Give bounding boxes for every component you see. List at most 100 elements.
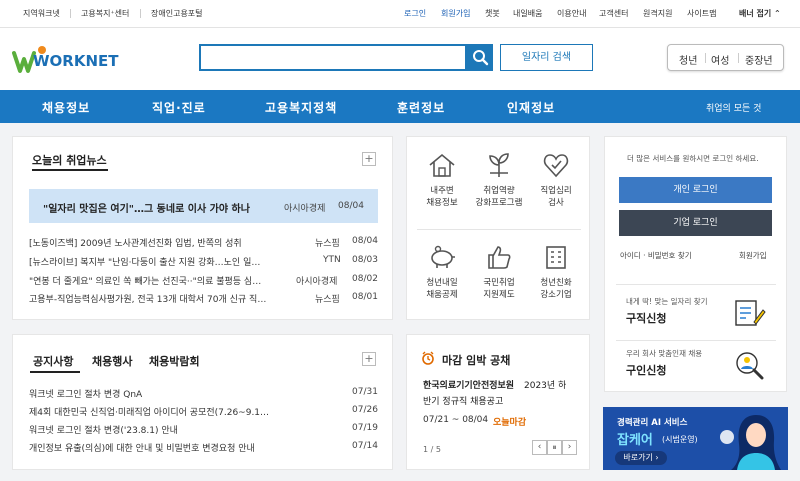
banner-line-2: 잡케어 <box>617 433 653 448</box>
notice-item[interactable]: 워크넷 로그인 절차 변경 QnA <box>29 387 309 400</box>
nav-item-talent[interactable]: 인재정보 <box>507 99 555 116</box>
service-label: 취업역량 <box>483 186 515 196</box>
job-seek-link[interactable]: 내게 딱! 맞는 일자리 찾기 구직신청 <box>616 290 776 336</box>
news-headline[interactable]: "일자리 맛집은 여기"…그 동네로 이사 가야 하나 아시아경제 08/04 <box>29 189 378 223</box>
divider <box>70 9 71 18</box>
util-link-remote-support[interactable]: 원격지원 <box>643 8 672 19</box>
deadline-company[interactable]: 한국의료기기안전정보원 <box>423 378 514 391</box>
search-input[interactable] <box>199 44 467 71</box>
nav-item-welfare-policy[interactable]: 고용복지정책 <box>265 99 337 116</box>
service-nearby-jobs[interactable]: 내주변 채용정보 <box>412 151 472 209</box>
deadline-period: 07/21 ~ 08/04 <box>423 415 489 425</box>
service-youth-savings[interactable]: 청년내일 채움공제 <box>412 243 472 301</box>
jobcare-banner[interactable]: 경력관리 AI 서비스 잡케어 (시범운영) 바로가기 › <box>603 407 788 470</box>
corporate-login-button[interactable]: 기업 로그인 <box>619 210 772 236</box>
tab-underline <box>32 169 108 171</box>
util-link-naeil[interactable]: 내일배움 <box>513 8 542 19</box>
service-label: 국민취업 <box>483 278 515 288</box>
login-message: 더 많은 서비스를 원하시면 로그인 하세요. <box>627 154 759 163</box>
magnifier-person-icon <box>736 352 764 380</box>
news-source: 뉴스핌 <box>315 239 340 249</box>
service-youth-sme[interactable]: 청년친화강소기업 <box>526 243 586 301</box>
news-item[interactable]: [뉴스라이브] 복지부 "난임·다둥이 출산 지원 강화…노인 일… <box>29 255 291 268</box>
nav-all-link[interactable]: 취업의 모든 것 <box>706 101 761 114</box>
util-link-guide[interactable]: 이용안내 <box>557 8 586 19</box>
news-item[interactable]: 고용부-직업능력심사평가원, 전국 13개 대학서 70개 신규 직… <box>29 292 291 305</box>
nav-item-training[interactable]: 훈련정보 <box>397 99 445 116</box>
deadline-title: 마감 임박 공채 <box>442 354 511 367</box>
news-item[interactable]: [노동이즈백] 2009년 노사관계선진화 입법, 반쪽의 성취 <box>29 236 261 249</box>
building-icon <box>546 246 566 269</box>
segment-youth[interactable]: 청년 <box>679 52 697 67</box>
tab-notice[interactable]: 공지사항 <box>33 353 73 369</box>
job-seek-sub: 내게 딱! 맞는 일자리 찾기 <box>626 297 708 306</box>
service-label: 채용정보 <box>426 198 458 208</box>
service-label: 청년내일 <box>426 278 458 288</box>
deadline-badge: 오늘마감 <box>493 418 527 428</box>
divider <box>140 9 141 18</box>
service-national-support[interactable]: 국민취업 지원제도 <box>469 243 529 301</box>
deadline-desc-2[interactable]: 반기 정규직 채용공고 <box>423 394 503 407</box>
notice-item[interactable]: 개인정보 유출(의심)에 대한 안내 및 비밀번호 변경요청 안내 <box>29 441 319 454</box>
notice-item[interactable]: 제4회 대한민국 신직업·미래직업 아이디어 공모전(7.26~9.1… <box>29 405 291 418</box>
pager-pause-button[interactable]: ⏸ <box>547 440 562 455</box>
util-link-sitemap[interactable]: 사이트맵 <box>687 8 716 19</box>
divider <box>705 53 706 63</box>
login-link[interactable]: 로그인 <box>404 8 426 19</box>
segment-women[interactable]: 여성 <box>711 52 729 67</box>
notice-date: 07/19 <box>352 423 378 433</box>
signup-link[interactable]: 회원가입 <box>441 8 470 19</box>
services-panel: 내주변 채용정보 취업역량 강화프로그램 직업심리 검사 청년내일 채움공제 국민취업 지… <box>406 136 590 320</box>
service-label: 청년친화 <box>540 278 572 288</box>
notice-item[interactable]: 워크넷 로그인 절차 변경('23.8.1) 안내 <box>29 423 309 436</box>
headline-date: 08/04 <box>338 201 364 211</box>
news-date: 08/02 <box>352 274 378 284</box>
piggy-bank-icon <box>431 245 455 268</box>
headline-source: 아시아경제 <box>284 204 326 214</box>
find-account-link[interactable]: 아이디 · 비밀번호 찾기 <box>620 250 692 261</box>
personal-login-button[interactable]: 개인 로그인 <box>619 177 772 203</box>
service-label: 강소기업 <box>540 290 572 300</box>
news-date: 08/01 <box>352 292 378 302</box>
service-psych-test[interactable]: 직업심리 검사 <box>526 151 586 209</box>
segment-middle-aged[interactable]: 중장년 <box>745 52 773 67</box>
news-source: YTN <box>323 255 341 265</box>
job-offer-link[interactable]: 우리 회사 맞춤인재 채용 구인신청 <box>616 342 776 388</box>
news-more-button[interactable]: + <box>362 152 376 166</box>
news-panel: 오늘의 취업뉴스 + "일자리 맛집은 여기"…그 동네로 이사 가야 하나 아… <box>12 136 393 320</box>
nav-item-recruit[interactable]: 채용정보 <box>42 99 90 116</box>
util-link-customer-center[interactable]: 고객센터 <box>599 8 628 19</box>
pager-prev-button[interactable]: ‹ <box>532 440 547 455</box>
banner-line-1: 경력관리 AI 서비스 <box>617 418 688 428</box>
util-link-employment-welfare[interactable]: 고용복지⁺센터 <box>81 8 129 19</box>
banner-collapse-button[interactable]: 배너 접기 ⌃ <box>739 8 781 19</box>
pager-next-button[interactable]: › <box>562 440 577 455</box>
job-seek-title: 구직신청 <box>626 312 667 325</box>
search-icon <box>473 50 489 66</box>
banner-go-button[interactable]: 바로가기 › <box>615 451 667 465</box>
divider <box>616 284 776 285</box>
util-link-chatbot[interactable]: 챗봇 <box>485 8 500 19</box>
signup-panel-link[interactable]: 회원가입 <box>739 250 767 261</box>
service-label: 직업심리 <box>540 186 572 196</box>
deadline-panel: 마감 임박 공채 한국의료기기안전정보원 2023년 하 반기 정규직 채용공고… <box>406 334 590 470</box>
util-link-disabled-portal[interactable]: 장애인고용포털 <box>151 8 203 19</box>
thumbs-up-icon <box>488 246 511 269</box>
worknet-logo[interactable]: WORKNET <box>12 44 122 74</box>
job-search-button[interactable]: 일자리 검색 <box>500 44 593 71</box>
notice-more-button[interactable]: + <box>362 352 376 366</box>
tab-recruit-event[interactable]: 채용행사 <box>92 353 132 369</box>
tab-underline <box>30 371 80 373</box>
news-item[interactable]: "연봉 더 줄게요" 의료인 쏙 빼가는 선진국··"의료 불평등 심… <box>29 274 283 287</box>
nav-item-career[interactable]: 직업·진로 <box>152 99 206 116</box>
service-capacity-program[interactable]: 취업역량 강화프로그램 <box>469 151 529 209</box>
divider <box>417 229 581 230</box>
search-button[interactable] <box>467 44 493 71</box>
notice-date: 07/31 <box>352 387 378 397</box>
util-link-region[interactable]: 지역워크넷 <box>23 8 60 19</box>
tab-job-fair[interactable]: 채용박람회 <box>149 353 200 369</box>
divider <box>616 340 776 341</box>
alarm-clock-icon <box>422 351 434 365</box>
deadline-desc[interactable]: 2023년 하 <box>524 378 566 391</box>
woman-illustration-icon <box>720 415 781 470</box>
